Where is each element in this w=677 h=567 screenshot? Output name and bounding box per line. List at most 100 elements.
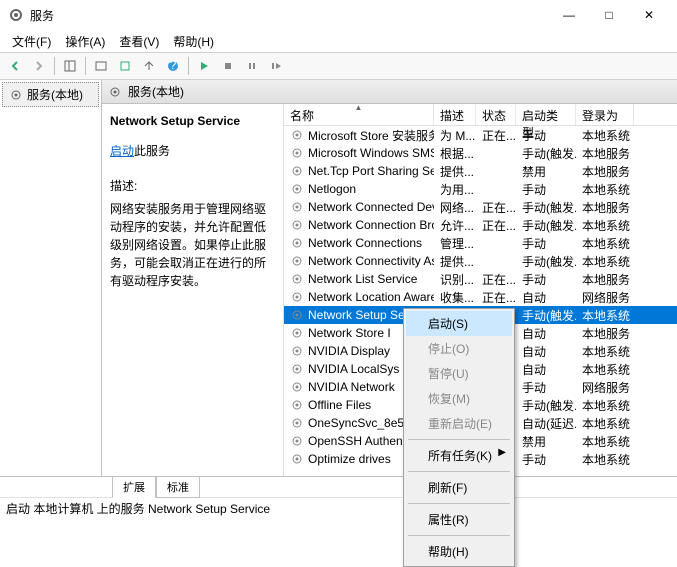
cell-startup: 自动 [516, 342, 576, 361]
cell-name: NVIDIA LocalSys [308, 362, 399, 376]
cell-status [476, 188, 516, 190]
gear-icon [290, 416, 304, 430]
cell-name: OpenSSH Authen [308, 434, 403, 448]
gear-icon [290, 272, 304, 286]
table-row[interactable]: Net.Tcp Port Sharing Ser...提供...禁用本地服务 [284, 162, 677, 180]
menu-help[interactable]: 帮助(H) [167, 31, 220, 52]
panel-title: 服务(本地) [128, 83, 184, 100]
back-button[interactable] [4, 55, 26, 77]
close-button[interactable]: ✕ [629, 0, 669, 30]
gear-icon [290, 362, 304, 376]
chevron-right-icon: ▶ [498, 447, 506, 458]
gear-icon [290, 164, 304, 178]
cell-startup: 手动 [516, 270, 576, 289]
tab-standard[interactable]: 标准 [156, 477, 200, 498]
cell-logon: 本地服务 [576, 162, 634, 181]
cell-logon: 本地系统 [576, 414, 634, 433]
help-button[interactable]: ? [162, 55, 184, 77]
refresh-button[interactable] [114, 55, 136, 77]
forward-button[interactable] [28, 55, 50, 77]
restart-service-button[interactable] [265, 55, 287, 77]
cell-logon: 网络服务 [576, 288, 634, 307]
minimize-button[interactable]: — [549, 0, 589, 30]
properties-button[interactable] [90, 55, 112, 77]
export-button[interactable] [138, 55, 160, 77]
cell-name: Optimize drives [308, 452, 391, 466]
cell-status: 正在... [476, 126, 516, 145]
tree-pane: 服务(本地) [0, 80, 102, 476]
titlebar: 服务 — □ ✕ [0, 0, 677, 30]
table-row[interactable]: Network List Service识别...正在...手动本地服务 [284, 270, 677, 288]
cell-status [476, 260, 516, 262]
table-row[interactable]: Microsoft Store 安装服务为 M...正在...手动本地系统 [284, 126, 677, 144]
panel-header: 服务(本地) [102, 80, 677, 104]
cell-desc: 管理... [434, 234, 476, 253]
description-label: 描述: [110, 177, 275, 194]
cell-name: Microsoft Windows SMS ... [308, 146, 434, 160]
toolbar: ? [0, 52, 677, 80]
gear-icon [290, 236, 304, 250]
ctx-resume: 恢复(M) [406, 386, 512, 411]
cell-logon: 本地系统 [576, 342, 634, 361]
cell-startup: 自动 [516, 324, 576, 343]
show-hide-button[interactable] [59, 55, 81, 77]
cell-status [476, 170, 516, 172]
table-row[interactable]: Network Connected Devi...网络...正在...手动(触发… [284, 198, 677, 216]
tab-extended[interactable]: 扩展 [112, 477, 156, 498]
cell-status: 正在... [476, 198, 516, 217]
cell-status: 正在... [476, 270, 516, 289]
start-service-button[interactable] [193, 55, 215, 77]
table-row[interactable]: Network Connection Bro...允许...正在...手动(触发… [284, 216, 677, 234]
cell-logon: 本地服务 [576, 144, 634, 163]
gear-icon [290, 452, 304, 466]
ctx-refresh[interactable]: 刷新(F) [406, 475, 512, 500]
services-icon [8, 7, 24, 23]
ctx-all-tasks[interactable]: 所有任务(K)▶ [406, 443, 512, 468]
maximize-button[interactable]: □ [589, 0, 629, 30]
cell-startup: 手动 [516, 450, 576, 469]
table-row[interactable]: Microsoft Windows SMS ...根据...手动(触发...本地… [284, 144, 677, 162]
cell-logon: 本地系统 [576, 360, 634, 379]
col-logon[interactable]: 登录为 [576, 104, 634, 125]
statusbar: 启动 本地计算机 上的服务 Network Setup Service [0, 497, 677, 517]
cell-name: Netlogon [308, 182, 356, 196]
col-status[interactable]: 状态 [476, 104, 516, 125]
table-row[interactable]: Network Location Aware...收集...正在...自动网络服… [284, 288, 677, 306]
menu-file[interactable]: 文件(F) [6, 31, 57, 52]
cell-logon: 本地系统 [576, 396, 634, 415]
gear-icon [9, 88, 23, 102]
menu-view[interactable]: 查看(V) [113, 31, 165, 52]
tree-root-services[interactable]: 服务(本地) [2, 82, 99, 107]
cell-logon: 本地服务 [576, 198, 634, 217]
table-row[interactable]: Netlogon为用...手动本地系统 [284, 180, 677, 198]
ctx-properties[interactable]: 属性(R) [406, 507, 512, 532]
gear-icon [290, 290, 304, 304]
cell-status: 正在... [476, 216, 516, 235]
menu-action[interactable]: 操作(A) [59, 31, 111, 52]
col-name[interactable]: 名称▲ [284, 104, 434, 125]
table-row[interactable]: Network Connectivity Ass...提供...手动(触发...… [284, 252, 677, 270]
pause-service-button[interactable] [241, 55, 263, 77]
list-header: 名称▲ 描述 状态 启动类型 登录为 [284, 104, 677, 126]
stop-service-button[interactable] [217, 55, 239, 77]
menubar: 文件(F) 操作(A) 查看(V) 帮助(H) [0, 30, 677, 52]
cell-desc: 根据... [434, 144, 476, 163]
ctx-pause: 暂停(U) [406, 361, 512, 386]
ctx-help[interactable]: 帮助(H) [406, 539, 512, 564]
col-desc[interactable]: 描述 [434, 104, 476, 125]
cell-name: Microsoft Store 安装服务 [308, 127, 434, 144]
context-menu: 启动(S) 停止(O) 暂停(U) 恢复(M) 重新启动(E) 所有任务(K)▶… [403, 308, 515, 567]
table-row[interactable]: Network Connections管理...手动本地系统 [284, 234, 677, 252]
ctx-start[interactable]: 启动(S) [406, 311, 512, 336]
start-link[interactable]: 启动 [110, 144, 134, 158]
cell-startup: 手动(触发... [516, 396, 576, 415]
window-title: 服务 [30, 7, 549, 24]
cell-logon: 本地系统 [576, 234, 634, 253]
cell-logon: 本地系统 [576, 180, 634, 199]
sort-asc-icon: ▲ [355, 104, 363, 112]
start-suffix: 此服务 [134, 144, 170, 158]
cell-startup: 手动(触发... [516, 198, 576, 217]
cell-logon: 本地系统 [576, 306, 634, 325]
detail-pane: Network Setup Service 启动此服务 描述: 网络安装服务用于… [102, 104, 284, 476]
col-startup[interactable]: 启动类型 [516, 104, 576, 125]
